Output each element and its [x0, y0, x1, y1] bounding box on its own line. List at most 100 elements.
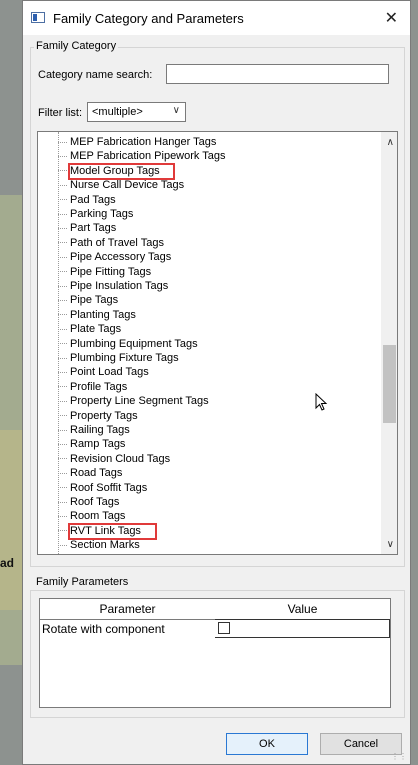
category-list-item-label: Pad Tags: [70, 193, 116, 206]
category-list-item-label: Point Load Tags: [70, 366, 149, 379]
tree-branch: [58, 199, 67, 201]
chevron-down-icon: ∨: [172, 105, 180, 116]
category-list-item-label: Plumbing Fixture Tags: [70, 352, 179, 364]
category-list-item[interactable]: Plate Tags: [58, 322, 121, 337]
category-list-item[interactable]: Pipe Fitting Tags: [58, 265, 151, 280]
tree-branch: [58, 256, 67, 258]
category-list[interactable]: MEP Fabrication Hanger Tags MEP Fabricati…: [37, 131, 398, 555]
tree-branch: [58, 141, 67, 143]
category-list-item[interactable]: Part Tags: [58, 221, 116, 236]
category-list-item[interactable]: Property Line Segment Tags: [58, 394, 209, 409]
title-bar[interactable]: Family Category and Parameters ✕: [23, 1, 410, 35]
category-list-item-label: Revision Cloud Tags: [70, 452, 171, 465]
category-list-item-label: Pipe Fitting Tags: [70, 265, 152, 278]
category-list-item[interactable]: Point Load Tags: [58, 365, 149, 380]
tree-branch: [58, 314, 67, 316]
tree-branch: [58, 443, 67, 445]
tree-branch: [58, 271, 67, 273]
category-list-item-label: Part Tags: [70, 222, 117, 235]
filter-list-label: Filter list:: [38, 107, 82, 119]
category-list-item[interactable]: Parking Tags: [58, 207, 133, 222]
background-label: ad: [0, 556, 15, 570]
category-list-item-label: Profile Tags: [70, 380, 128, 393]
column-header-value[interactable]: Value: [215, 599, 390, 620]
category-list-item-label: MEP Fabrication Pipework Tags: [70, 150, 226, 163]
category-list-item-label: Property Line Segment Tags: [70, 395, 209, 408]
category-list-item[interactable]: Railing Tags: [58, 423, 130, 438]
category-list-item-label: MEP Fabrication Hanger Tags: [70, 136, 217, 148]
tree-branch: [58, 242, 67, 244]
category-list-item[interactable]: Path of Travel Tags: [58, 236, 164, 251]
tree-branch: [58, 184, 67, 186]
mouse-cursor-icon: [315, 393, 328, 411]
parameter-name-cell: Rotate with component: [42, 622, 165, 636]
category-list-item[interactable]: MEP Fabrication Hanger Tags: [58, 135, 216, 150]
category-list-item[interactable]: Revision Cloud Tags: [58, 452, 170, 467]
category-list-item-label: Ramp Tags: [70, 438, 126, 451]
family-category-group-label: Family Category: [34, 40, 119, 52]
category-list-item[interactable]: Pipe Insulation Tags: [58, 279, 168, 294]
category-search-input[interactable]: [166, 64, 389, 84]
category-list-item[interactable]: Pad Tags: [58, 193, 116, 208]
category-list-item[interactable]: Property Tags: [58, 409, 138, 424]
tree-branch: [58, 285, 67, 287]
category-list-item-label: Roof Tags: [70, 496, 120, 508]
tree-branch: [58, 515, 67, 517]
tree-branch: [58, 487, 67, 489]
category-list-item-label: Pipe Accessory Tags: [70, 251, 172, 264]
category-list-item[interactable]: Section Marks: [58, 538, 140, 553]
category-list-item[interactable]: Roof Tags: [58, 495, 119, 510]
category-list-item[interactable]: Plumbing Equipment Tags: [58, 337, 198, 352]
scroll-up-icon[interactable]: ∧: [387, 137, 394, 148]
ok-button[interactable]: OK: [226, 733, 308, 755]
category-list-item-label: Pipe Insulation Tags: [70, 280, 169, 292]
category-list-item[interactable]: Plumbing Fixture Tags: [58, 351, 179, 366]
parameter-value-cell[interactable]: [215, 619, 390, 638]
category-list-item-label: Planting Tags: [70, 308, 136, 321]
app-window-icon: [31, 12, 45, 23]
tree-branch: [58, 386, 67, 388]
category-list-item-label: Room Tags: [70, 510, 126, 523]
close-icon[interactable]: ✕: [385, 8, 398, 28]
tree-branch: [58, 299, 67, 301]
tree-branch: [58, 357, 67, 359]
tree-branch: [58, 227, 67, 229]
family-category-dialog: Family Category and Parameters ✕ Family …: [22, 0, 411, 765]
category-list-item-label: Pipe Tags: [70, 294, 119, 307]
tree-branch: [58, 400, 67, 402]
tree-branch: [58, 343, 67, 345]
category-list-item[interactable]: Pipe Accessory Tags: [58, 250, 171, 265]
tree-branch: [58, 371, 67, 373]
category-list-item-label: Plumbing Equipment Tags: [70, 337, 198, 350]
category-list-item[interactable]: Road Tags: [58, 466, 122, 481]
scrollbar-thumb[interactable]: [383, 345, 396, 423]
category-list-item[interactable]: Roof Soffit Tags: [58, 481, 147, 496]
category-list-item[interactable]: Planting Tags: [58, 308, 136, 323]
scroll-down-icon[interactable]: ∨: [387, 539, 394, 550]
tree-branch: [58, 544, 67, 546]
cancel-button[interactable]: Cancel: [320, 733, 402, 755]
category-list-item[interactable]: Profile Tags: [58, 380, 127, 395]
filter-list-value: <multiple>: [92, 106, 143, 118]
category-list-item-label: Road Tags: [70, 467, 123, 480]
tree-branch: [58, 472, 67, 474]
list-scrollbar[interactable]: ∧ ∨: [381, 132, 397, 554]
rotate-with-component-checkbox[interactable]: [218, 622, 230, 634]
category-list-item[interactable]: Pipe Tags: [58, 293, 118, 308]
category-list-item-label: Railing Tags: [70, 424, 130, 436]
filter-list-select[interactable]: <multiple> ∨: [87, 102, 186, 122]
category-list-item[interactable]: Nurse Call Device Tags: [58, 178, 184, 193]
category-list-item-label: Parking Tags: [70, 208, 134, 220]
tree-branch: [58, 429, 67, 431]
column-header-parameter[interactable]: Parameter: [40, 599, 216, 620]
category-list-item-label: Property Tags: [70, 409, 138, 422]
resize-grip-icon[interactable]: ⋮⋮: [391, 752, 407, 761]
dialog-title: Family Category and Parameters: [53, 11, 244, 26]
tree-branch: [58, 170, 67, 172]
category-list-item[interactable]: Ramp Tags: [58, 437, 125, 452]
category-list-item-label: Nurse Call Device Tags: [70, 179, 185, 192]
category-list-item-label: Roof Soffit Tags: [70, 481, 148, 494]
tree-branch: [58, 328, 67, 330]
tree-branch: [58, 501, 67, 503]
tree-branch: [58, 155, 67, 157]
